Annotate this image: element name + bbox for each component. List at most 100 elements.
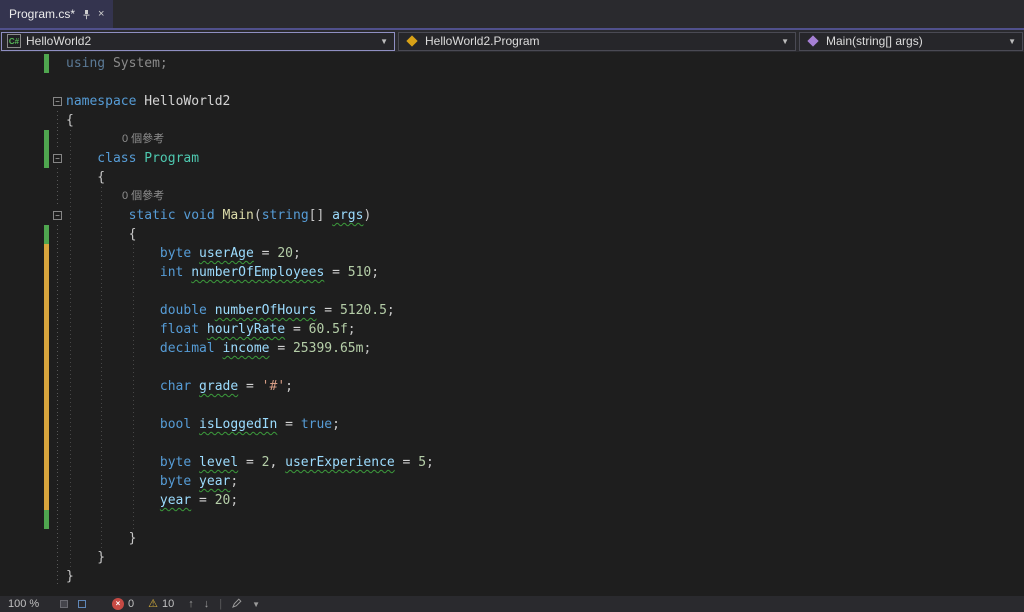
- outlining-margin: [49, 225, 66, 244]
- outline-guide-line: [57, 548, 58, 567]
- code-line: int numberOfEmployees = 510;: [0, 263, 1024, 282]
- code-editor[interactable]: using System; − namespace HelloWorld2{0 個參…: [0, 52, 1024, 596]
- code-token: System;: [105, 56, 168, 71]
- code-token: =: [191, 493, 215, 508]
- outlining-margin: [49, 415, 66, 434]
- outlining-margin: [49, 301, 66, 320]
- code-token: decimal: [159, 341, 215, 356]
- code-text: byte level = 2, userExperience = 5;: [66, 453, 434, 472]
- square-icon[interactable]: [60, 600, 68, 608]
- outline-guide-line: [57, 168, 58, 187]
- code-token: =: [277, 417, 301, 432]
- code-token: =: [269, 341, 293, 356]
- code-token: string: [261, 208, 309, 223]
- code-token: ;: [363, 341, 372, 356]
- outline-square-icon[interactable]: [78, 600, 86, 608]
- code-token: level: [199, 455, 239, 470]
- code-token: byte: [159, 246, 192, 261]
- pencil-icon[interactable]: [232, 597, 242, 611]
- code-token: isLoggedIn: [199, 417, 278, 432]
- code-text: double numberOfHours = 5120.5;: [66, 301, 395, 320]
- fold-collapse-box[interactable]: −: [53, 211, 62, 220]
- code-token: Main: [222, 208, 254, 223]
- project-dropdown[interactable]: C# HelloWorld2 ▼: [1, 31, 395, 51]
- outline-guide-line: [57, 358, 58, 377]
- code-text: year = 20;: [66, 491, 238, 510]
- outlining-margin: [49, 111, 66, 130]
- chevron-down-icon[interactable]: ▼: [778, 37, 792, 46]
- outlining-margin: [49, 244, 66, 263]
- code-token: hourlyRate: [206, 322, 286, 337]
- outline-guide-line: [57, 415, 58, 434]
- chevron-down-icon[interactable]: ▼: [377, 37, 391, 46]
- codelens-references[interactable]: 0 個參考: [66, 130, 164, 149]
- close-icon[interactable]: ×: [98, 8, 104, 20]
- code-token: 2: [261, 455, 270, 470]
- tab-program-cs[interactable]: Program.cs* ×: [0, 0, 114, 28]
- outlining-margin: [49, 548, 66, 567]
- arrow-up-icon[interactable]: ↑: [188, 598, 194, 610]
- code-token: ;: [371, 265, 380, 280]
- code-token: HelloWorld2: [136, 94, 231, 109]
- code-lines-container: using System; − namespace HelloWorld2{0 個參…: [0, 54, 1024, 596]
- code-token: class: [97, 151, 137, 166]
- code-token: bool: [159, 417, 192, 432]
- code-token: year: [159, 493, 192, 508]
- code-token: =: [316, 303, 340, 318]
- code-line: 0 個參考: [0, 187, 1024, 206]
- warning-count: 10: [162, 598, 175, 610]
- outline-guide-line: [57, 130, 58, 149]
- tab-title: Program.cs*: [9, 7, 76, 21]
- editor-status-bar: 100 % × 0 ⚠ 10 ↑ ↓ | ▼: [0, 596, 1024, 612]
- outlining-margin: −: [49, 92, 66, 111]
- code-line: − namespace HelloWorld2: [0, 92, 1024, 111]
- arrow-down-icon[interactable]: ↓: [204, 598, 210, 610]
- code-token: byte: [159, 455, 192, 470]
- code-text: bool isLoggedIn = true;: [66, 415, 340, 434]
- code-line: {: [0, 111, 1024, 130]
- code-token: userExperience: [285, 455, 395, 470]
- error-count: 0: [128, 598, 135, 610]
- outline-guide-line: [57, 225, 58, 244]
- code-token: userAge: [199, 246, 254, 261]
- code-token: {: [66, 113, 74, 128]
- pin-icon[interactable]: [82, 9, 91, 20]
- outlining-margin: −: [49, 206, 66, 225]
- outlining-margin: [49, 491, 66, 510]
- outlining-margin: [49, 73, 66, 92]
- outlining-margin: [49, 434, 66, 453]
- code-token: int: [159, 265, 184, 280]
- zoom-selector[interactable]: 100 %: [8, 598, 60, 610]
- code-token: =: [324, 265, 348, 280]
- warning-icon: ⚠: [148, 597, 158, 610]
- code-token: 60.5f: [308, 322, 348, 337]
- outline-guide-line: [57, 187, 58, 206]
- code-token: =: [253, 246, 278, 261]
- code-token: static: [128, 208, 176, 223]
- code-token: ;: [230, 474, 239, 489]
- code-token: {: [97, 170, 106, 185]
- code-text: byte year;: [66, 472, 238, 491]
- code-line: [0, 434, 1024, 453]
- fold-collapse-box[interactable]: −: [53, 97, 62, 106]
- member-dropdown[interactable]: Main(string[] args) ▼: [799, 31, 1023, 51]
- chevron-down-icon[interactable]: ▼: [252, 600, 260, 609]
- outlining-margin: [49, 263, 66, 282]
- warning-summary[interactable]: ⚠ 10: [148, 598, 174, 610]
- codelens-references[interactable]: 0 個參考: [66, 187, 164, 206]
- chevron-down-icon[interactable]: ▼: [1005, 37, 1019, 46]
- code-line: decimal income = 25399.65m;: [0, 339, 1024, 358]
- outlining-margin: [49, 510, 66, 529]
- code-line: byte userAge = 20;: [0, 244, 1024, 263]
- outline-guide-line: [57, 453, 58, 472]
- code-token: income: [222, 341, 270, 356]
- error-summary[interactable]: × 0: [112, 598, 134, 610]
- type-dropdown[interactable]: HelloWorld2.Program ▼: [398, 31, 796, 51]
- fold-collapse-box[interactable]: −: [53, 154, 62, 163]
